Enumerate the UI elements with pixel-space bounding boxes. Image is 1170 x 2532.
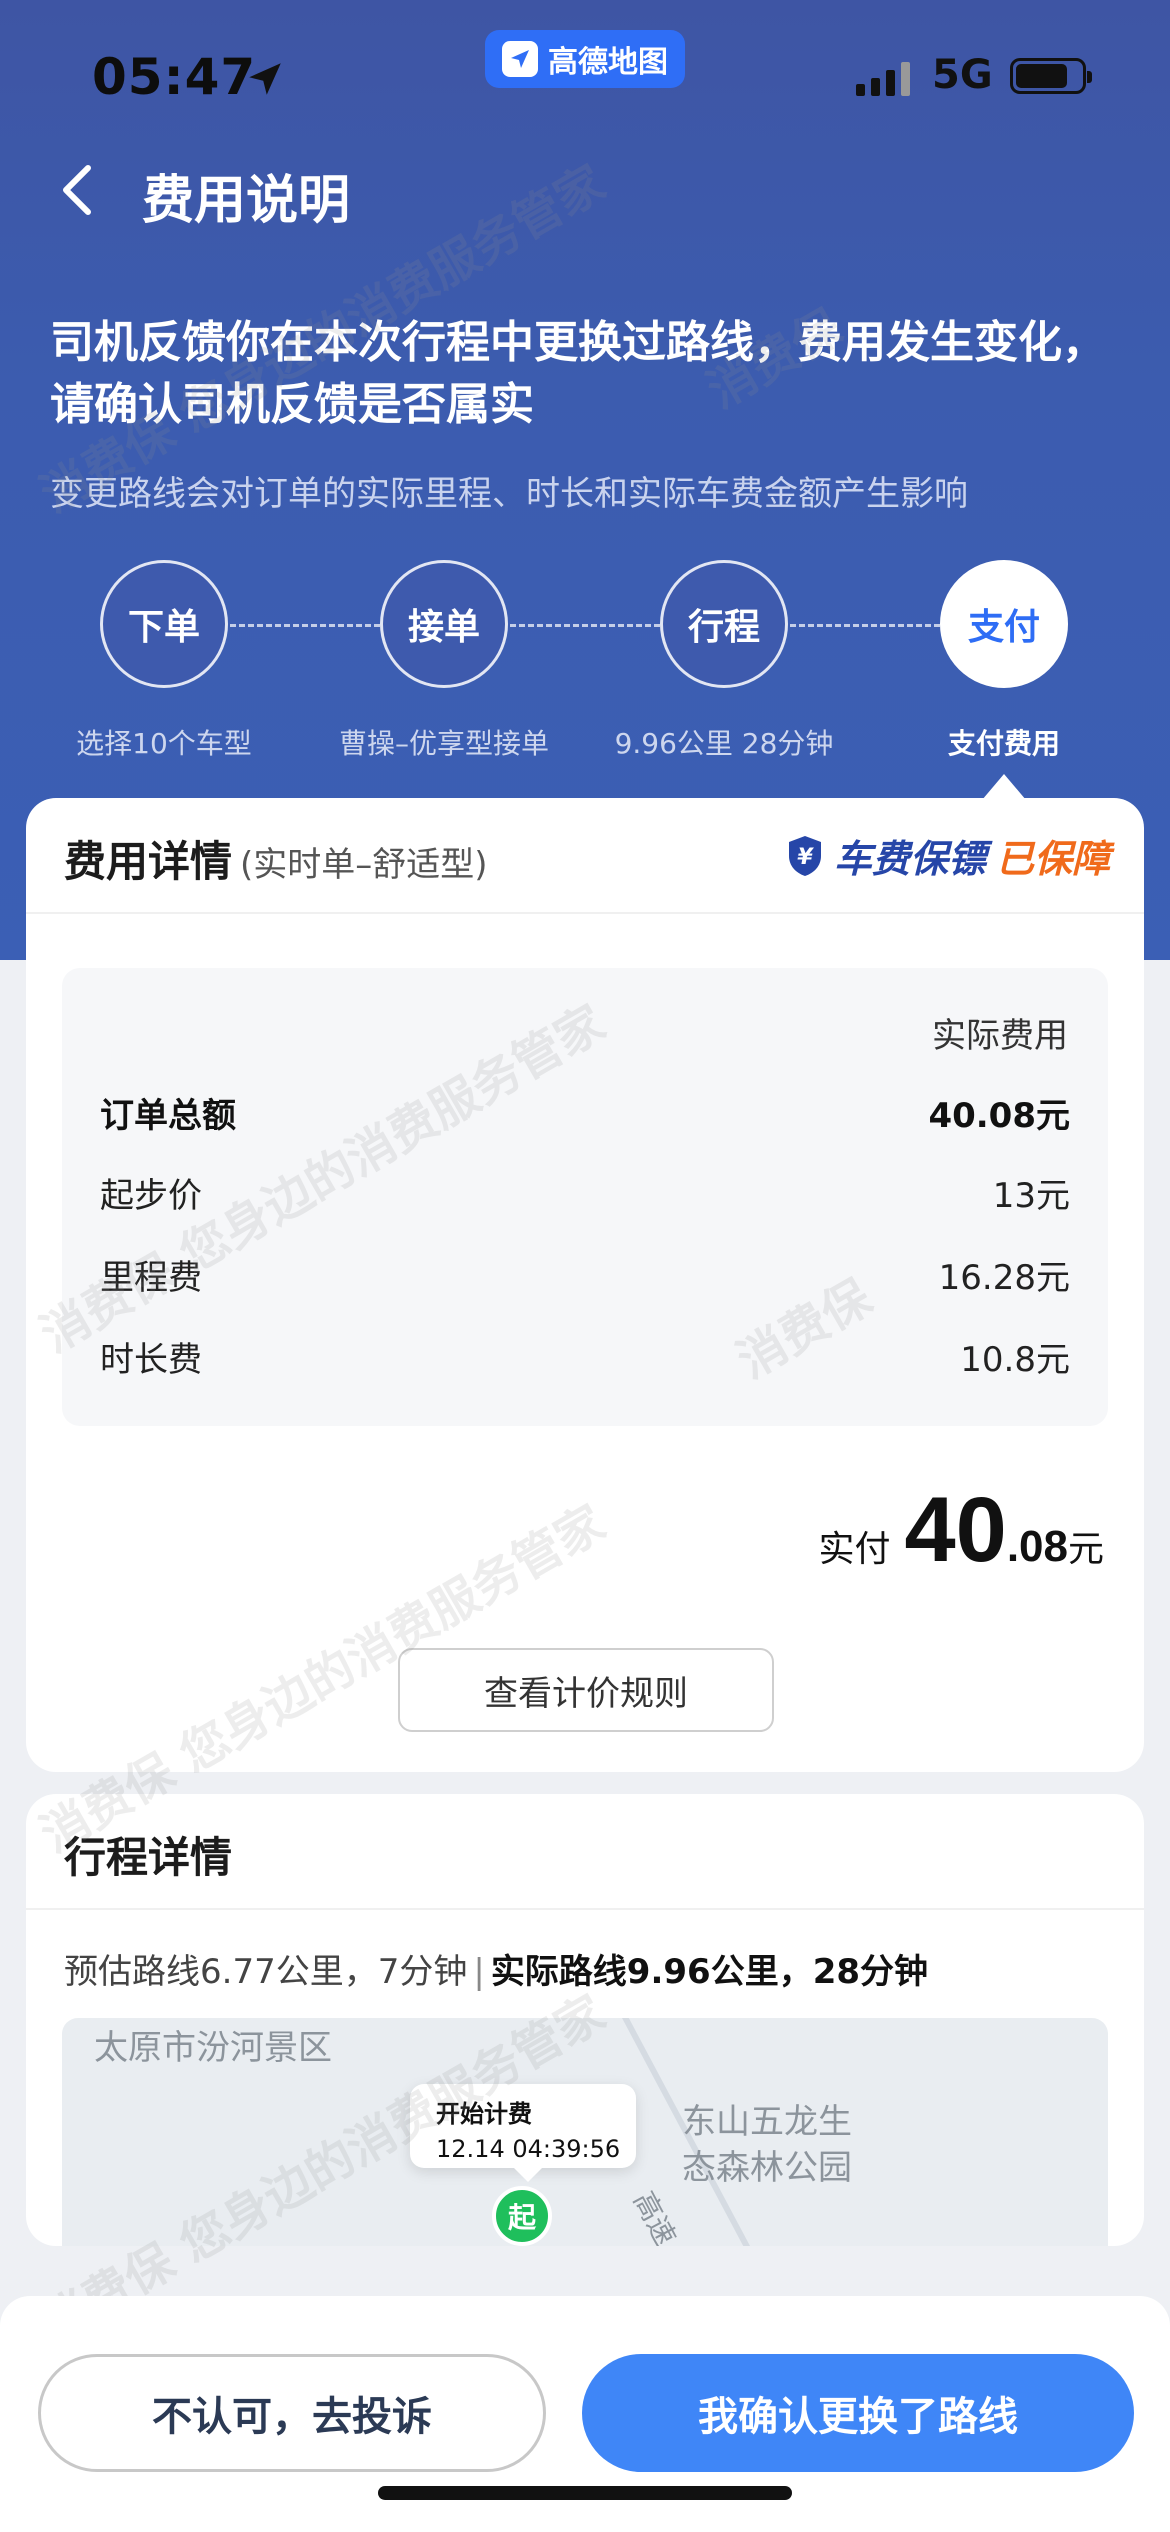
- bubble-title: 开始计费: [436, 2100, 532, 2128]
- complain-button[interactable]: 不认可，去投诉: [38, 2354, 546, 2472]
- map-label-park-1: 东山五龙生: [682, 2102, 852, 2142]
- bubble-time: 12.14 04:39:56: [436, 2135, 621, 2163]
- step-connector: [510, 624, 660, 627]
- actual-route: 实际路线9.96公里，28分钟: [490, 1952, 929, 1992]
- confirm-route-change-button[interactable]: 我确认更换了路线: [582, 2354, 1134, 2472]
- step-pay-caption: 支付费用: [947, 727, 1060, 760]
- amap-logo-icon: [502, 41, 538, 77]
- paid-decimal: .08: [1006, 1522, 1068, 1571]
- shield-yuan-icon: ¥: [788, 835, 821, 876]
- trip-card-title: 行程详情: [64, 1833, 233, 1882]
- paid-unit: 元: [1067, 1529, 1104, 1570]
- fare-guard-badge-name: 车费保镖: [833, 837, 986, 881]
- fee-details-card: 费用详情 (实时单–舒适型) ¥ 车费保镖 已保障 实际费用 订单总额 40.08元…: [26, 798, 1144, 1772]
- paid-integer: 40: [904, 1479, 1007, 1581]
- trip-details-card: 行程详情 预估路线6.77公里，7分钟 | 实际路线9.96公里，28分钟 太原市汾…: [26, 1794, 1144, 2246]
- fee-row: 里程费 16.28元: [100, 1250, 1070, 1299]
- svg-text:¥: ¥: [797, 845, 814, 870]
- return-to-app-pill[interactable]: 高德地图: [485, 30, 685, 88]
- start-pin-icon: 起: [492, 2186, 552, 2246]
- back-arrow-icon[interactable]: [56, 158, 96, 222]
- step-connector: [230, 624, 380, 627]
- step-trip-caption: 9.96公里 28分钟: [614, 727, 834, 760]
- signal-bars-icon: [856, 62, 910, 96]
- step-trip: 行程: [660, 560, 788, 688]
- route-map[interactable]: 太原市汾河景区 东山五龙生 态森林公园 高速 开始计费 12.14 04:39:…: [62, 2018, 1108, 2246]
- location-arrow-icon: [249, 63, 281, 95]
- fee-row-label: 订单总额: [100, 1096, 236, 1136]
- fee-row: 起步价 13元: [100, 1168, 1070, 1217]
- map-label-highway: 高速: [626, 2186, 683, 2246]
- fee-breakdown: 实际费用 订单总额 40.08元 起步价 13元 里程费 16.28元 时长费 …: [62, 968, 1108, 1426]
- step-order-caption: 选择10个车型: [76, 727, 252, 760]
- actual-fee-header: 实际费用: [932, 1016, 1068, 1056]
- step-connector: [790, 624, 940, 627]
- map-label-scenic: 太原市汾河景区: [94, 2028, 332, 2068]
- status-time: 05:47: [92, 48, 257, 106]
- notice-subline: 变更路线会对订单的实际里程、时长和实际车费金额产生影响: [50, 474, 968, 514]
- app-pill-label: 高德地图: [548, 45, 668, 80]
- step-order: 下单: [100, 560, 228, 688]
- fee-row-value: 40.08元: [928, 1096, 1070, 1136]
- billing-start-bubble: 开始计费 12.14 04:39:56: [410, 2084, 636, 2182]
- paid-amount: 实付 40 .08 元: [818, 1478, 1104, 1583]
- network-type: 5G: [932, 52, 993, 98]
- step-accept-caption: 曹操–优享型接单: [338, 727, 549, 760]
- paid-label: 实付: [818, 1529, 891, 1570]
- fee-row-label: 时长费: [100, 1340, 202, 1380]
- pricing-rules-button[interactable]: 查看计价规则: [398, 1648, 774, 1732]
- fee-row-value: 10.8元: [960, 1340, 1070, 1380]
- fee-row-value: 16.28元: [938, 1258, 1070, 1298]
- fee-row: 订单总额 40.08元: [100, 1088, 1070, 1137]
- divider: [26, 1908, 1144, 1910]
- status-bar: 05:47 高德地图 5G: [0, 0, 1170, 150]
- fee-row-value: 13元: [992, 1176, 1070, 1216]
- route-summary: 预估路线6.77公里，7分钟 | 实际路线9.96公里，28分钟: [64, 1944, 928, 1993]
- fee-row-label: 里程费: [100, 1258, 202, 1298]
- fee-card-title-text: 费用详情: [64, 837, 233, 886]
- page-title: 费用说明: [142, 171, 351, 231]
- estimated-route: 预估路线6.77公里，7分钟: [64, 1952, 468, 1992]
- route-separator: |: [473, 1952, 485, 1992]
- step-pay: 支付: [940, 560, 1068, 688]
- progress-steps: 下单 接单 行程 支付 选择10个车型 曹操–优享型接单 9.96公里 28分钟…: [0, 560, 1170, 760]
- active-step-pointer: [982, 774, 1026, 800]
- fare-guard-badge[interactable]: ¥ 车费保镖 已保障: [786, 828, 1110, 883]
- step-accept: 接单: [380, 560, 508, 688]
- fare-guard-badge-status: 已保障: [995, 837, 1110, 881]
- home-indicator[interactable]: [378, 2486, 792, 2500]
- fee-card-subtitle: (实时单–舒适型): [240, 845, 488, 885]
- divider: [26, 912, 1144, 914]
- fee-card-title: 费用详情 (实时单–舒适型): [64, 828, 488, 889]
- battery-icon: [1010, 58, 1092, 94]
- fee-row: 时长费 10.8元: [100, 1332, 1070, 1381]
- notice-headline: 司机反馈你在本次行程中更换过路线，费用发生变化，请确认司机反馈是否属实: [50, 317, 1106, 430]
- fee-row-label: 起步价: [100, 1176, 202, 1216]
- map-label-park-2: 态森林公园: [682, 2148, 852, 2188]
